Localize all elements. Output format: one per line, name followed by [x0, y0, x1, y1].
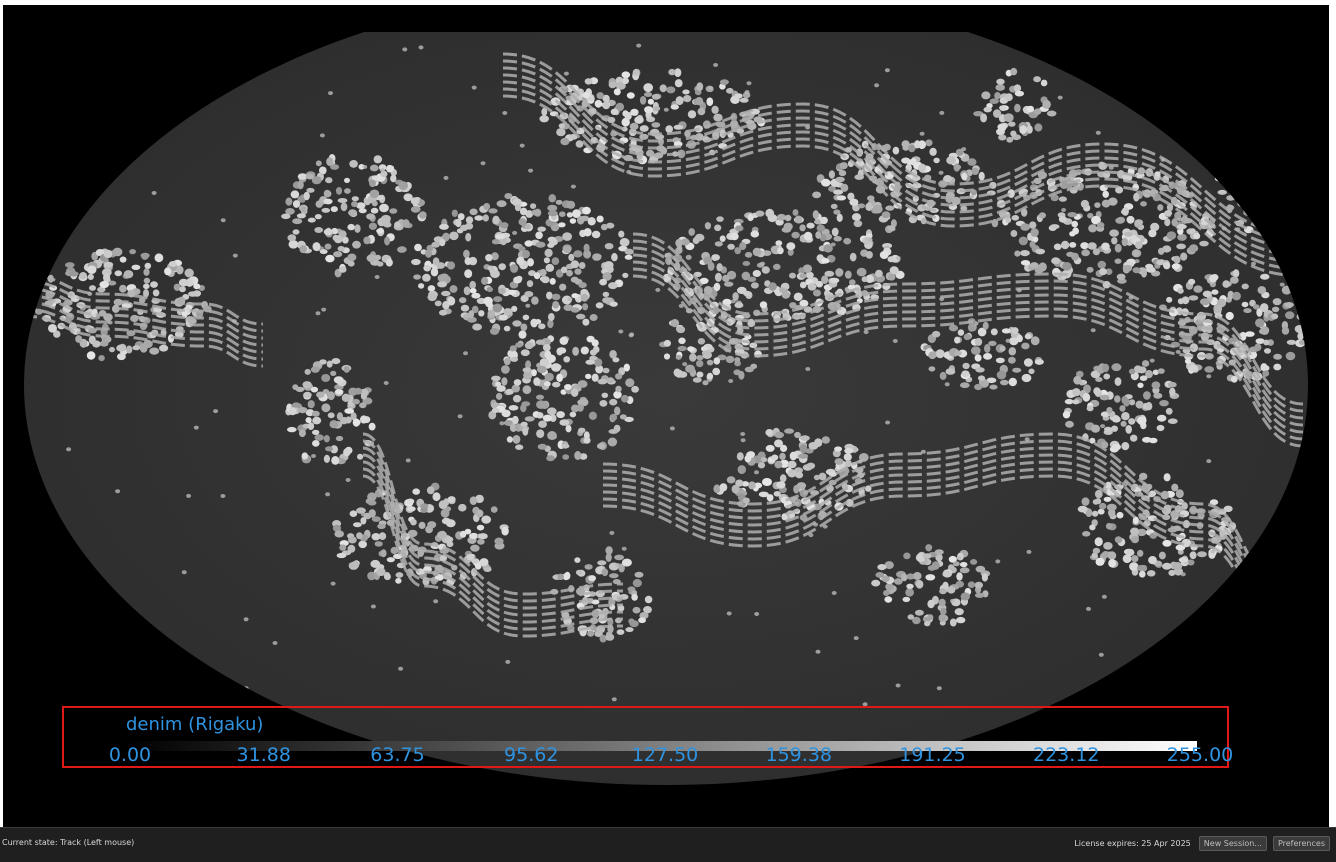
current-state-text: Current state: Track (Left mouse) — [2, 838, 135, 847]
colorbar-tick-label: 223.12 — [1033, 744, 1100, 766]
colorbar-tick-label: 159.38 — [765, 744, 832, 766]
colorbar-tick-label: 31.88 — [236, 744, 291, 766]
preferences-button[interactable]: Preferences — [1272, 836, 1330, 851]
colorbar-tick-label: 0.00 — [108, 744, 152, 766]
colorbar-tick-label: 127.50 — [631, 744, 699, 766]
colorbar-tick-label: 63.75 — [370, 744, 425, 766]
colorbar-tick-label: 191.25 — [899, 744, 966, 766]
ct-slice-viewport[interactable] — [3, 5, 1329, 827]
colorbar-title: denim (Rigaku) — [126, 714, 264, 735]
status-right-group: License expires: 25 Apr 2025 New Session… — [1074, 836, 1330, 851]
colorbar-tick-label: 255.00 — [1166, 744, 1234, 766]
ct-slice-image — [24, 32, 1308, 785]
colorbar-tick-label: 95.62 — [504, 744, 559, 766]
new-session-button[interactable]: New Session... — [1198, 836, 1267, 851]
license-expiry-text: License expires: 25 Apr 2025 — [1074, 839, 1191, 848]
status-bar: Current state: Track (Left mouse) Licens… — [0, 827, 1336, 862]
